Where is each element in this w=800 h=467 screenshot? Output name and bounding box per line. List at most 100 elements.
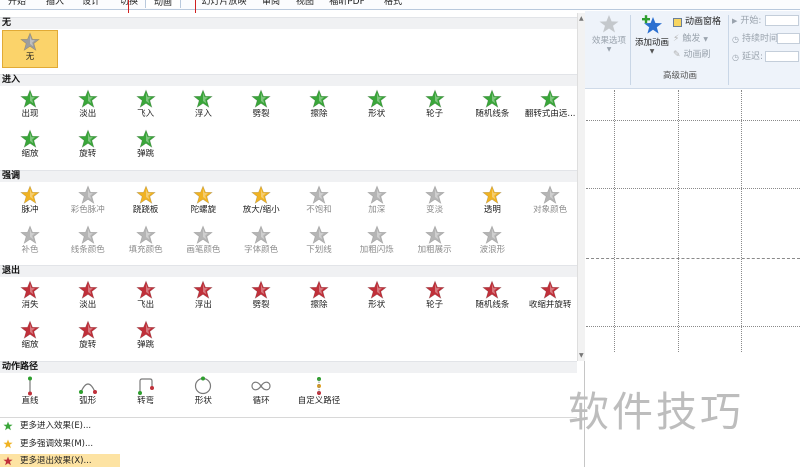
emphasis-effect[interactable]: 放大/缩小 xyxy=(233,184,289,222)
add-star-icon xyxy=(642,15,662,34)
star-icon xyxy=(77,225,98,245)
tab-insert[interactable]: 插入 xyxy=(40,0,70,9)
duration-spinner[interactable] xyxy=(777,33,800,44)
emphasis-effect[interactable]: 线条颜色 xyxy=(60,224,116,262)
exit-effect[interactable]: 消失 xyxy=(2,279,58,317)
motion-path-effect[interactable]: 弧形 xyxy=(60,375,116,413)
exit-effect[interactable]: 形状 xyxy=(349,279,405,317)
emphasis-effect[interactable]: 加粗闪烁 xyxy=(349,224,405,262)
item-label: 随机线条 xyxy=(475,300,510,310)
exit-effect[interactable]: 旋转 xyxy=(60,319,116,357)
exit-effect[interactable]: 轮子 xyxy=(407,279,463,317)
scroll-down-icon[interactable]: ▼ xyxy=(579,352,584,359)
add-animation-button[interactable]: 添加动画 ▼ xyxy=(633,14,671,66)
motion-path-icon xyxy=(28,376,32,396)
exit-effect[interactable]: 浮出 xyxy=(175,279,231,317)
tab-format[interactable]: 格式 xyxy=(378,0,408,9)
effect-options-label: 效果选项 xyxy=(591,36,626,46)
emphasis-effect[interactable]: 画笔颜色 xyxy=(175,224,231,262)
item-label: 浮入 xyxy=(194,109,212,119)
motion-path-effect[interactable]: 转弯 xyxy=(118,375,174,413)
exit-effect[interactable]: 擦除 xyxy=(291,279,347,317)
emphasis-effect[interactable]: 加粗展示 xyxy=(407,224,463,262)
more-entrance-effects-link[interactable]: 更多进入效果(E)... xyxy=(0,419,120,433)
exit-effect[interactable]: 劈裂 xyxy=(233,279,289,317)
motion-path-effect[interactable]: 直线 xyxy=(2,375,58,413)
entrance-effect[interactable]: 弹跳 xyxy=(118,128,174,166)
tab-foxit-pdf[interactable]: 福昕PDF xyxy=(324,0,370,9)
effect-options-button[interactable]: 效果选项 ▼ xyxy=(589,14,629,66)
entrance-effect[interactable]: 随机线条 xyxy=(464,88,520,126)
tab-slideshow[interactable]: 幻灯片放映 xyxy=(196,0,252,9)
start-dropdown[interactable] xyxy=(765,15,799,26)
star-icon xyxy=(366,89,387,109)
emphasis-effect[interactable]: 对象颜色 xyxy=(522,184,578,222)
tab-design[interactable]: 设计 xyxy=(76,0,106,9)
exit-effect[interactable]: 收缩并旋转 xyxy=(522,279,578,317)
emphasis-effect[interactable]: 不饱和 xyxy=(291,184,347,222)
trigger-button[interactable]: ⚡ 触发 ▼ xyxy=(673,34,708,45)
exit-effect[interactable]: 淡出 xyxy=(60,279,116,317)
emphasis-effect[interactable]: 跷跷板 xyxy=(118,184,174,222)
star-icon xyxy=(135,225,156,245)
exit-effect[interactable]: 弹跳 xyxy=(118,319,174,357)
star-icon xyxy=(20,320,40,340)
motion-path-effect[interactable]: 循环 xyxy=(233,375,289,413)
slide[interactable] xyxy=(586,90,800,352)
effect-none[interactable]: 无 xyxy=(2,30,58,68)
animation-pane-button[interactable]: 动画窗格 xyxy=(673,17,721,28)
emphasis-effect[interactable]: 下划线 xyxy=(291,224,347,262)
star-icon xyxy=(251,225,272,245)
emphasis-effect[interactable]: 陀螺旋 xyxy=(175,184,231,222)
entrance-effect[interactable]: 浮入 xyxy=(175,88,231,126)
more-emphasis-effects-link[interactable]: 更多强调效果(M)... xyxy=(0,437,120,451)
entrance-effect[interactable]: 轮子 xyxy=(407,88,463,126)
motion-path-effect[interactable]: 自定义路径 xyxy=(291,375,347,413)
exit-effect[interactable]: 缩放 xyxy=(2,319,58,357)
emphasis-effect[interactable]: 变淡 xyxy=(407,184,463,222)
exit-effect[interactable]: 飞出 xyxy=(118,279,174,317)
item-label: 填充颜色 xyxy=(128,245,163,255)
emphasis-effect[interactable]: 字体颜色 xyxy=(233,224,289,262)
emphasis-effect[interactable]: 加深 xyxy=(349,184,405,222)
item-label: 字体颜色 xyxy=(244,245,279,255)
tab-review[interactable]: 审阅 xyxy=(256,0,286,9)
entrance-effect[interactable]: 劈裂 xyxy=(233,88,289,126)
entrance-effect[interactable]: 形状 xyxy=(349,88,405,126)
exit-effect[interactable]: 随机线条 xyxy=(464,279,520,317)
emphasis-effect[interactable]: 脉冲 xyxy=(2,184,58,222)
motion-path-effect[interactable]: 形状 xyxy=(175,375,231,413)
emphasis-effect[interactable]: 填充颜色 xyxy=(118,224,174,262)
star-icon xyxy=(482,185,503,205)
emphasis-effect[interactable]: 波浪形 xyxy=(464,224,520,262)
entrance-effect[interactable]: 擦除 xyxy=(291,88,347,126)
tab-view[interactable]: 视图 xyxy=(290,0,320,9)
watermark: 软件技巧 xyxy=(568,388,744,436)
emphasis-effect[interactable]: 透明 xyxy=(464,184,520,222)
scroll-up-icon[interactable]: ▲ xyxy=(579,15,584,22)
star-icon xyxy=(20,32,40,52)
item-label: 弧形 xyxy=(79,396,97,406)
entrance-effect[interactable]: 翻转式由远... xyxy=(522,88,578,126)
entrance-effect[interactable]: 淡出 xyxy=(60,88,116,126)
entrance-effect[interactable]: 缩放 xyxy=(2,128,58,166)
more-exit-effects-link[interactable]: 更多退出效果(X)... xyxy=(0,454,120,467)
item-label: 旋转 xyxy=(79,340,97,350)
gallery-scrollbar[interactable]: ▲ ▼ xyxy=(577,13,585,361)
delay-spinner[interactable] xyxy=(765,51,799,62)
add-animation-label: 添加动画 xyxy=(634,38,669,48)
animation-painter-label: 动画刷 xyxy=(683,50,711,60)
star-icon xyxy=(540,280,561,300)
entrance-effect[interactable]: 旋转 xyxy=(60,128,116,166)
star-icon xyxy=(135,280,156,300)
star-icon xyxy=(482,89,503,109)
motion-path-icon xyxy=(137,378,154,395)
tab-home[interactable]: 开始 xyxy=(2,0,32,9)
entrance-effect[interactable]: 出现 xyxy=(2,88,58,126)
entrance-effect[interactable]: 飞入 xyxy=(118,88,174,126)
item-label: 转弯 xyxy=(137,396,155,406)
section-emphasis: 强调 xyxy=(0,170,577,182)
animation-painter-button[interactable]: ✎ 动画刷 xyxy=(673,50,711,61)
emphasis-effect[interactable]: 补色 xyxy=(2,224,58,262)
emphasis-effect[interactable]: 彩色脉冲 xyxy=(60,184,116,222)
